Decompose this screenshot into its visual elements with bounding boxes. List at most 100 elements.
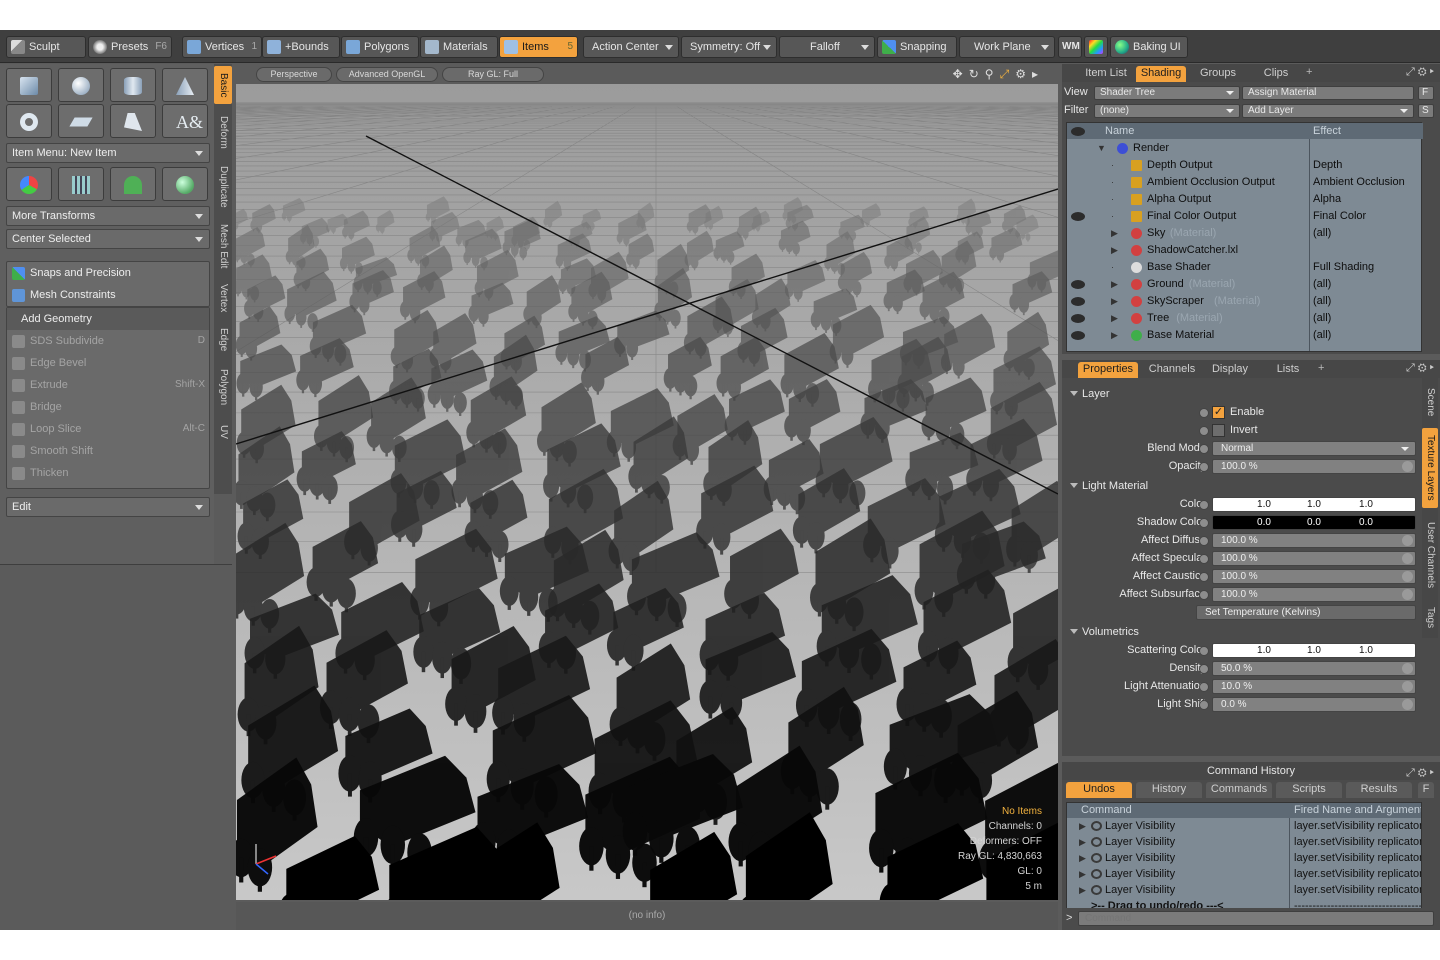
color-picker-button[interactable]	[1084, 36, 1108, 58]
shadow-color-field[interactable]: 0.0 0.0 0.0	[1212, 515, 1416, 530]
stepper-icon[interactable]	[1402, 571, 1413, 582]
volumetrics-section-header[interactable]: Volumetrics	[1068, 624, 1139, 640]
stepper-icon[interactable]	[1402, 663, 1413, 674]
transform-tool-button[interactable]	[6, 167, 52, 201]
shader-tree-row[interactable]: ▶ Tree (Material) (all)	[1067, 310, 1423, 327]
set-temperature-button[interactable]: Set Temperature (Kelvins)	[1196, 605, 1416, 620]
tab-vertex[interactable]: Vertex	[214, 278, 232, 318]
more-transforms-dropdown[interactable]: More Transforms	[6, 206, 210, 226]
action-center-dropdown[interactable]: Action Center	[583, 36, 679, 58]
3d-viewport[interactable]: Perspective Advanced OpenGL Ray GL: Full…	[236, 64, 1058, 900]
blend-mode-dropdown[interactable]: Normal	[1212, 441, 1416, 456]
vertices-mode-button[interactable]: Vertices 1	[182, 36, 262, 58]
move-view-icon[interactable]: ✥	[953, 67, 969, 81]
view-dropdown[interactable]: Shader Tree	[1094, 86, 1240, 100]
raygl-button[interactable]: Ray GL: Full	[442, 67, 544, 82]
tab-groups[interactable]: Groups	[1192, 66, 1244, 82]
add-plane-button[interactable]	[58, 104, 104, 138]
expand-icon[interactable]: ·	[1111, 259, 1114, 276]
edge-bevel-item[interactable]: Edge Bevel	[7, 352, 209, 374]
add-torus-button[interactable]	[6, 104, 52, 138]
light-shift-field[interactable]: 0.0 %	[1212, 697, 1416, 712]
presets-button[interactable]: Presets F6	[88, 36, 172, 58]
invert-checkbox[interactable]	[1212, 424, 1225, 437]
expand-icon[interactable]: ▶	[1111, 225, 1118, 242]
tab-mesh-edit[interactable]: Mesh Edit	[214, 220, 232, 272]
shader-tree-row[interactable]: ▼ Render	[1067, 140, 1423, 157]
light-attenuation-field[interactable]: 10.0 %	[1212, 679, 1416, 694]
material-ball-button[interactable]	[162, 167, 208, 201]
undo-row[interactable]: ▶ Layer Visibility layer.setVisibility rep…	[1067, 818, 1421, 834]
shader-tree-row[interactable]: ▶ ShadowCatcher.lxl	[1067, 242, 1423, 259]
add-layer-dropdown[interactable]: Add Layer	[1242, 104, 1414, 118]
add-light-button[interactable]	[110, 104, 156, 138]
expand-icon[interactable]: ▶	[1079, 882, 1086, 898]
loop-slice-item[interactable]: Loop Slice Alt-C	[7, 418, 209, 440]
shader-tree-row[interactable]: ▶ Sky (Material) (all)	[1067, 225, 1423, 242]
stepper-icon[interactable]	[1402, 681, 1413, 692]
expand-icon[interactable]: ▶	[1079, 834, 1086, 850]
enable-checkbox[interactable]: ✓	[1212, 406, 1225, 419]
bridge-item[interactable]: Bridge	[7, 396, 209, 418]
tab-user-channels[interactable]: User Channels	[1422, 514, 1438, 596]
filter-dropdown[interactable]: (none)	[1094, 104, 1240, 118]
add-cone-button[interactable]	[162, 68, 208, 102]
eye-icon[interactable]	[1071, 297, 1085, 306]
eye-icon[interactable]	[1071, 212, 1085, 221]
expand-icon[interactable]: ▶	[1111, 242, 1118, 259]
tab-undos[interactable]: Undos	[1066, 782, 1132, 798]
tab-history[interactable]: History	[1136, 782, 1202, 798]
tab-basic[interactable]: Basic	[214, 66, 232, 104]
snapping-button[interactable]: Snapping	[877, 36, 957, 58]
undo-row[interactable]: ▶ Layer Visibility layer.setVisibility rep…	[1067, 866, 1421, 882]
tab-channels[interactable]: Channels	[1142, 362, 1202, 378]
add-tab-icon[interactable]: +	[1318, 362, 1324, 374]
color-field[interactable]: 1.0 1.0 1.0	[1212, 497, 1416, 512]
affect-specular-field[interactable]: 100.0 %	[1212, 551, 1416, 566]
add-sphere-button[interactable]	[58, 68, 104, 102]
shader-tree-row[interactable]: · Base Shader Full Shading	[1067, 259, 1423, 276]
expand-icon[interactable]: ·	[1111, 157, 1114, 174]
extrude-item[interactable]: Extrude Shift-X	[7, 374, 209, 396]
affect-diffuse-field[interactable]: 100.0 %	[1212, 533, 1416, 548]
materials-mode-button[interactable]: Materials	[420, 36, 498, 58]
density-field[interactable]: 50.0 %	[1212, 661, 1416, 676]
stepper-icon[interactable]	[1402, 461, 1413, 472]
edit-dropdown[interactable]: Edit	[6, 497, 210, 517]
expand-icon[interactable]: ·	[1111, 191, 1114, 208]
falloff-dropdown[interactable]: Falloff	[779, 36, 875, 58]
shader-tree-row[interactable]: ▶ Base Material (all)	[1067, 327, 1423, 344]
tab-lists[interactable]: Lists	[1266, 362, 1310, 378]
stepper-icon[interactable]	[1402, 699, 1413, 710]
tab-shading[interactable]: Shading	[1136, 66, 1186, 82]
zoom-view-icon[interactable]: ⚲	[985, 67, 1000, 81]
add-cylinder-button[interactable]	[110, 68, 156, 102]
shader-tree-row[interactable]: · Ambient Occlusion Output Ambient Occlusi…	[1067, 174, 1423, 191]
affect-caustics-field[interactable]: 100.0 %	[1212, 569, 1416, 584]
sds-subdivide-item[interactable]: SDS Subdivide D	[7, 330, 209, 352]
wm-button[interactable]: WM	[1058, 36, 1082, 58]
advanced-opengl-button[interactable]: Advanced OpenGL	[336, 67, 438, 82]
tab-polygon[interactable]: Polygon	[214, 362, 232, 412]
tab-tags[interactable]: Tags	[1422, 600, 1438, 636]
perspective-button[interactable]: Perspective	[256, 67, 332, 82]
layer-section-header[interactable]: Layer	[1068, 386, 1110, 402]
tab-edge[interactable]: Edge	[214, 324, 232, 356]
shader-tree-row[interactable]: ▶ SkyScraper (Material) (all)	[1067, 293, 1423, 310]
tab-display[interactable]: Display	[1206, 362, 1254, 378]
replicator-tool-button[interactable]	[110, 167, 156, 201]
add-cube-button[interactable]	[6, 68, 52, 102]
tab-uv[interactable]: UV	[214, 420, 232, 444]
fit-view-icon[interactable]: ⤢	[1000, 67, 1016, 81]
panel-settings-icon[interactable]: ⤢ ⚙ ▸	[1406, 362, 1434, 375]
polygons-mode-button[interactable]: Polygons	[341, 36, 419, 58]
expand-icon[interactable]: ▶	[1079, 866, 1086, 882]
scattering-color-field[interactable]: 1.0 1.0 1.0	[1212, 643, 1416, 658]
f-button[interactable]: F	[1418, 86, 1434, 100]
symmetry-dropdown[interactable]: Symmetry: Off	[681, 36, 777, 58]
undo-row[interactable]: ▶ Layer Visibility layer.setVisibility rep…	[1067, 850, 1421, 866]
shader-tree-row[interactable]: · Final Color Output Final Color	[1067, 208, 1423, 225]
tab-results[interactable]: Results	[1346, 782, 1412, 798]
items-mode-button[interactable]: Items 5	[499, 36, 578, 58]
tab-deform[interactable]: Deform	[214, 110, 232, 154]
